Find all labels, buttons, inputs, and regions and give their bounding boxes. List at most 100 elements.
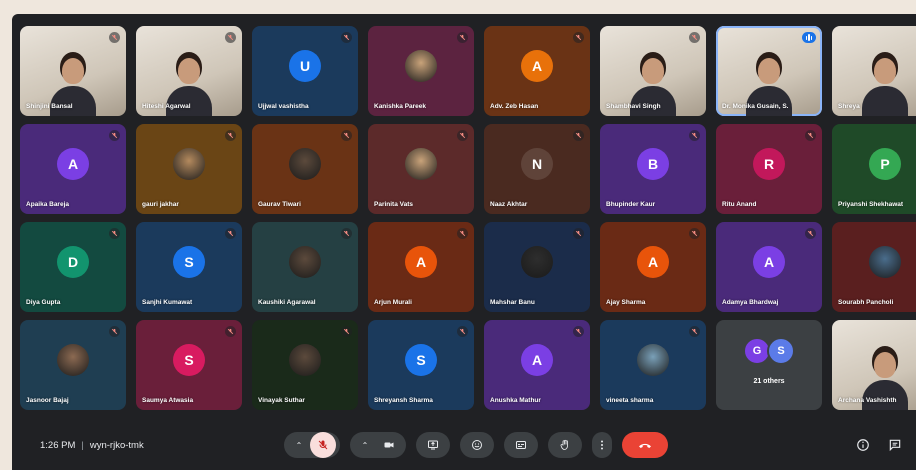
mic-control-group: ⌃ <box>284 432 340 458</box>
participant-tile[interactable]: A Ajay Sharma <box>600 222 706 312</box>
mic-off-icon <box>341 228 352 239</box>
emoji-icon <box>472 440 482 450</box>
participant-tile[interactable]: A Adamya Bhardwaj <box>716 222 822 312</box>
participant-tile[interactable]: D Diya Gupta <box>20 222 126 312</box>
mic-off-icon <box>689 32 700 43</box>
participant-tile[interactable]: Dr. Monika Gusain, S. <box>716 26 822 116</box>
participant-name: Diya Gupta <box>26 299 61 306</box>
info-icon[interactable] <box>856 438 870 452</box>
mic-off-icon <box>689 228 700 239</box>
avatar <box>289 147 321 180</box>
participant-name: Priyanshi Shekhawat <box>838 201 904 208</box>
participant-tile[interactable]: Hiteshi Agarwal <box>136 26 242 116</box>
meeting-time: 1:26 PM <box>40 440 76 451</box>
participant-name: Sourabh Pancholi <box>838 299 894 306</box>
avatar <box>57 343 89 376</box>
mic-off-icon <box>457 130 468 141</box>
avatar: A <box>57 147 89 180</box>
avatar: B <box>637 147 669 180</box>
participant-tile[interactable]: Gaurav Tiwari <box>252 124 358 214</box>
participant-tile[interactable]: Kanishka Pareek <box>368 26 474 116</box>
participant-tile[interactable]: A Apaika Bareja <box>20 124 126 214</box>
participant-tile[interactable]: Jasnoor Bajaj <box>20 320 126 410</box>
chat-icon[interactable] <box>888 438 902 452</box>
participant-tile[interactable]: G S 21 others <box>716 320 822 410</box>
mic-off-icon <box>225 130 236 141</box>
mic-off-icon <box>341 130 352 141</box>
mic-off-icon <box>573 32 584 43</box>
participant-tile[interactable]: R Ritu Anand <box>716 124 822 214</box>
mic-off-icon <box>457 32 468 43</box>
present-button[interactable] <box>416 432 450 458</box>
participant-tile[interactable]: A Anushka Mathur <box>484 320 590 410</box>
participant-tile[interactable]: Mahshar Banu <box>484 222 590 312</box>
mic-toggle-button[interactable] <box>310 432 336 458</box>
end-call-button[interactable] <box>622 432 668 458</box>
participant-tile[interactable]: A Adv. Zeb Hasan <box>484 26 590 116</box>
participant-name: Arjun Murali <box>374 299 412 306</box>
mic-off-icon <box>225 326 236 337</box>
participant-tile[interactable]: Archana Vashishth <box>832 320 916 410</box>
mic-off-icon <box>109 228 120 239</box>
avatar <box>289 245 321 278</box>
participant-tile[interactable]: P Priyanshi Shekhawat <box>832 124 916 214</box>
avatar: A <box>405 245 437 278</box>
participant-tile[interactable]: S Sanjhi Kumawat <box>136 222 242 312</box>
participant-tile[interactable]: Parinita Vats <box>368 124 474 214</box>
avatar: A <box>637 245 669 278</box>
raise-hand-button[interactable] <box>548 432 582 458</box>
participant-name: vineeta sharma <box>606 397 654 404</box>
participant-name: Naaz Akhtar <box>490 201 528 208</box>
mic-off-icon <box>225 32 236 43</box>
participant-tile[interactable]: Kaushiki Agarawal <box>252 222 358 312</box>
participant-tile[interactable]: S Shreyansh Sharma <box>368 320 474 410</box>
avatar <box>289 343 321 376</box>
participant-tile[interactable]: S Saumya Atwasia <box>136 320 242 410</box>
participant-name: Vinayak Suthar <box>258 397 305 404</box>
participant-name: Shreya <box>838 103 860 110</box>
participant-tile[interactable]: N Naaz Akhtar <box>484 124 590 214</box>
participant-tile[interactable]: Shreya <box>832 26 916 116</box>
meeting-info-separator: | <box>81 440 84 451</box>
camera-toggle-button[interactable] <box>376 432 402 458</box>
participant-tile[interactable]: B Bhupinder Kaur <box>600 124 706 214</box>
participant-name: Shinjini Bansal <box>26 103 73 110</box>
participant-name: Kaushiki Agarawal <box>258 299 316 306</box>
captions-button[interactable] <box>504 432 538 458</box>
mic-off-icon <box>341 326 352 337</box>
camera-options-chevron-icon[interactable]: ⌃ <box>354 441 376 450</box>
more-options-button[interactable] <box>592 432 612 458</box>
avatar: A <box>521 343 553 376</box>
participant-name: Anushka Mathur <box>490 397 541 404</box>
participant-tile[interactable]: gauri jakhar <box>136 124 242 214</box>
participant-name: Ajay Sharma <box>606 299 646 306</box>
participant-tile[interactable]: U Ujjwal vashistha <box>252 26 358 116</box>
mic-off-icon <box>318 440 328 450</box>
participant-tile[interactable]: Shinjini Bansal <box>20 26 126 116</box>
speaking-indicator-icon <box>802 32 816 43</box>
mic-off-icon <box>109 32 120 43</box>
raise-hand-icon <box>560 439 568 450</box>
participant-tile[interactable]: Sourabh Pancholi <box>832 222 916 312</box>
avatar: D <box>57 245 89 278</box>
avatar: A <box>753 245 785 278</box>
captions-icon <box>516 441 526 449</box>
participant-tile[interactable]: Shambhavi Singh <box>600 26 706 116</box>
avatar: S <box>173 343 205 376</box>
emoji-button[interactable] <box>460 432 494 458</box>
participant-name: Dr. Monika Gusain, S. <box>722 103 789 110</box>
mic-off-icon <box>109 326 120 337</box>
present-icon <box>428 440 438 450</box>
avatar: R <box>753 147 785 180</box>
participant-name: Jasnoor Bajaj <box>26 397 69 404</box>
participant-name: Apaika Bareja <box>26 201 69 208</box>
participant-name: Ujjwal vashistha <box>258 103 309 110</box>
participant-tile[interactable]: Vinayak Suthar <box>252 320 358 410</box>
participant-tile[interactable]: A Arjun Murali <box>368 222 474 312</box>
mic-off-icon <box>573 228 584 239</box>
avatar: A <box>521 49 553 82</box>
meeting-info: 1:26 PM | wyn-rjko-tmk <box>40 440 144 451</box>
participant-tile[interactable]: vineeta sharma <box>600 320 706 410</box>
mic-options-chevron-icon[interactable]: ⌃ <box>288 441 310 450</box>
participant-name: Gaurav Tiwari <box>258 201 301 208</box>
